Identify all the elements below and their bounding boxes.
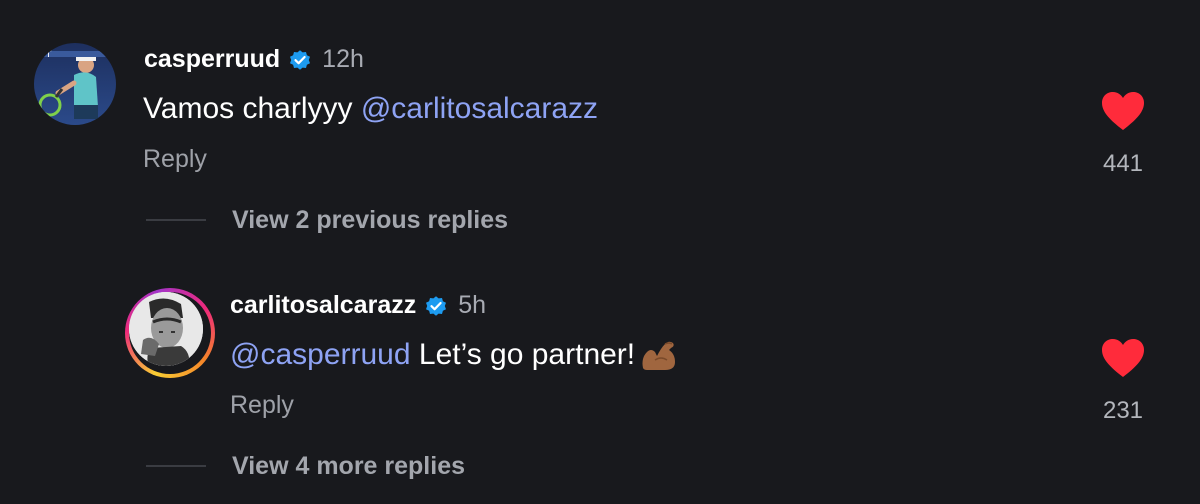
casperruud-avatar[interactable]: ST xyxy=(34,43,116,125)
reply-username[interactable]: carlitosalcarazz xyxy=(230,291,416,320)
carlitosalcarazz-avatar[interactable] xyxy=(125,288,215,378)
verified-badge-icon xyxy=(290,49,311,70)
comment-mention[interactable]: @carlitosalcarazz xyxy=(361,92,598,126)
reply-text: @casperruud Let’s go partner! xyxy=(230,338,679,372)
comment-header: casperruud 12h xyxy=(144,45,364,74)
reply-header: carlitosalcarazz 5h xyxy=(230,291,486,320)
avatar-photo xyxy=(129,292,203,366)
view-more-replies-button[interactable]: View 4 more replies xyxy=(232,452,465,481)
heart-icon[interactable] xyxy=(1100,337,1146,379)
comment-time: 12h xyxy=(322,45,364,73)
svg-text:ST: ST xyxy=(40,50,52,60)
reply-mention[interactable]: @casperruud xyxy=(230,338,411,372)
reply-reply-button[interactable]: Reply xyxy=(230,391,294,420)
comment-like-count: 441 xyxy=(1102,150,1144,177)
reply-time: 5h xyxy=(458,291,487,319)
reply-like-group: 231 xyxy=(1093,337,1153,425)
flexed-biceps-icon xyxy=(642,341,676,370)
heart-icon[interactable] xyxy=(1100,90,1146,132)
view-previous-replies-button[interactable]: View 2 previous replies xyxy=(232,206,508,235)
comment-text-body: Vamos charlyyy xyxy=(143,92,361,125)
thread-line xyxy=(146,465,206,467)
avatar-photo-icon: ST xyxy=(34,43,116,125)
reply-text-body: Let’s go partner! xyxy=(410,338,636,371)
thread-line xyxy=(146,219,206,221)
avatar-photo-icon xyxy=(129,292,203,366)
comment-like-group: 441 xyxy=(1093,90,1153,178)
verified-badge-icon xyxy=(426,295,447,316)
reply-like-count: 231 xyxy=(1102,397,1144,424)
comment-text: Vamos charlyyy @carlitosalcarazz xyxy=(143,92,598,126)
comment-reply-button[interactable]: Reply xyxy=(143,145,207,174)
comment-username[interactable]: casperruud xyxy=(144,45,280,74)
